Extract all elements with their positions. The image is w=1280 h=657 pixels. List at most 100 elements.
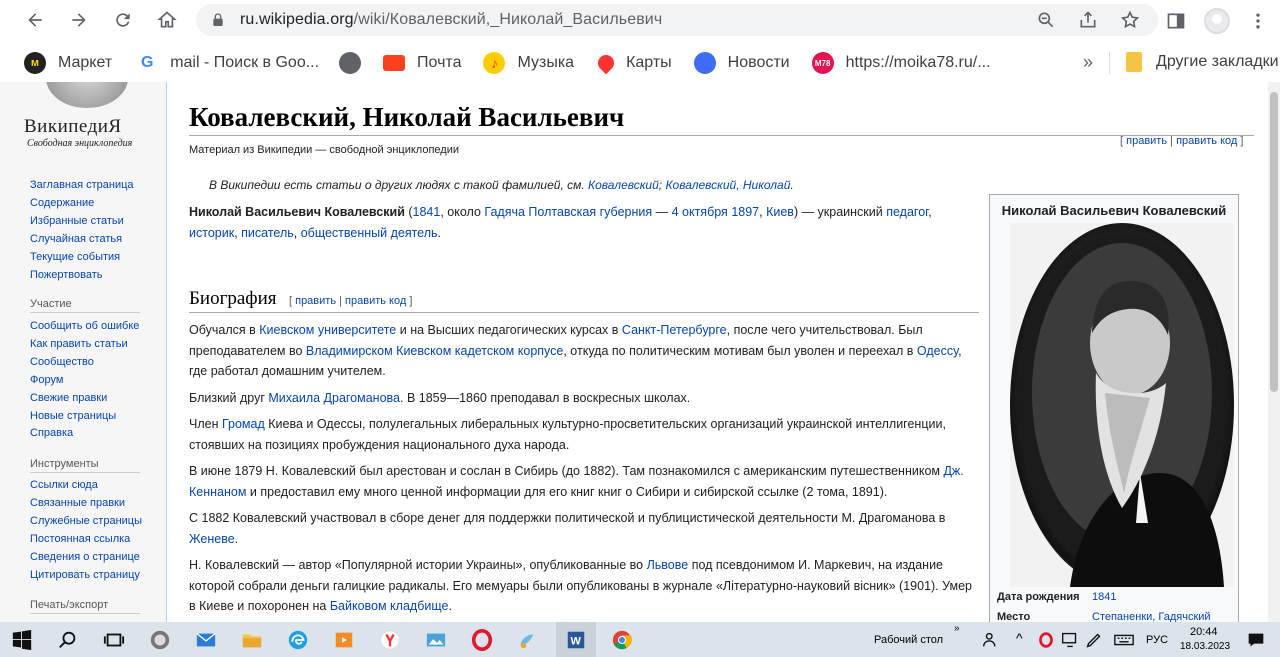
article-link[interactable]: Киевском университете — [259, 323, 396, 337]
nav-link[interactable]: Постоянная ссылка — [30, 531, 142, 549]
article-link[interactable]: Байковом кладбище — [330, 599, 449, 613]
article-link[interactable]: общественный деятель — [301, 226, 438, 240]
article-link[interactable]: Киев — [766, 205, 794, 219]
article-link[interactable]: историк — [189, 226, 234, 240]
article-link[interactable]: 1841 — [413, 205, 441, 219]
back-button[interactable] — [24, 9, 46, 31]
nav-link[interactable]: Ссылки сюда — [30, 477, 142, 495]
other-bookmarks[interactable]: Другие закладки — [1126, 52, 1279, 72]
share-icon[interactable] — [1078, 10, 1098, 30]
file-explorer-icon[interactable] — [240, 628, 264, 652]
paint-app-icon[interactable] — [516, 628, 540, 652]
wikipedia-wordmark[interactable]: ВикипедиЯ — [24, 116, 122, 138]
home-button[interactable] — [156, 9, 178, 31]
clock-time[interactable]: 20:44 — [1190, 626, 1218, 638]
bookmark-music[interactable]: ♪ Музыка — [483, 52, 574, 74]
wikipedia-globe-logo[interactable] — [46, 82, 128, 108]
photos-app-icon[interactable] — [424, 628, 448, 652]
nav-link[interactable]: Сведения о странице — [30, 549, 142, 567]
profile-avatar[interactable] — [1204, 8, 1230, 34]
nav-link[interactable]: Свежие правки — [30, 390, 139, 408]
menu-dots-icon[interactable] — [1248, 11, 1268, 31]
yandex-browser-icon[interactable] — [378, 628, 402, 652]
word-icon[interactable]: W — [564, 628, 588, 652]
site-info-icon[interactable] — [210, 12, 226, 28]
hatnote-link[interactable]: Ковалевский — [588, 178, 659, 192]
notifications-icon[interactable] — [1244, 628, 1268, 652]
nav-link[interactable]: Сообщество — [30, 354, 139, 372]
article-link[interactable]: Одессу — [917, 344, 958, 358]
nav-link[interactable]: Цитировать страницу — [30, 567, 142, 585]
bookmark-market[interactable]: м Маркет — [24, 52, 112, 74]
nav-link[interactable]: Заглавная страница — [30, 177, 134, 195]
article-link[interactable]: Гадяча — [484, 205, 525, 219]
app-icon[interactable] — [148, 628, 172, 652]
side-panel-icon[interactable] — [1166, 11, 1186, 31]
article-link[interactable]: Владимирском Киевском кадетском корпусе — [306, 344, 563, 358]
edit-code-link[interactable]: править код — [1176, 135, 1237, 147]
people-icon[interactable] — [980, 628, 1004, 652]
bookmarks-overflow-button[interactable]: » — [1083, 52, 1093, 73]
nav-link[interactable]: Форум — [30, 372, 139, 390]
nav-link[interactable]: Справка — [30, 425, 139, 443]
nav-link[interactable]: Сообщить об ошибке — [30, 318, 139, 336]
nav-link[interactable]: Избранные статьи — [30, 213, 134, 231]
address-bar[interactable]: ru.wikipedia.org/wiki/Ковалевский,_Никол… — [196, 4, 1158, 36]
article-link[interactable]: Михаила Драгоманова — [268, 391, 400, 405]
nav-link[interactable]: Как править статьи — [30, 336, 139, 354]
bookmark-globe[interactable] — [339, 52, 373, 74]
chevron-up-icon[interactable]: ^ — [1016, 630, 1023, 646]
page-scrollbar[interactable] — [1268, 82, 1280, 622]
forward-button[interactable] — [68, 9, 90, 31]
chrome-icon[interactable] — [610, 628, 634, 652]
nav-link[interactable]: Служебные страницы — [30, 513, 142, 531]
bookmark-maps[interactable]: Карты — [594, 51, 672, 75]
article-link[interactable]: педагог — [886, 205, 928, 219]
network-icon[interactable] — [1058, 628, 1082, 652]
edit-link[interactable]: править — [1126, 135, 1167, 147]
scrollbar-thumb[interactable] — [1270, 92, 1278, 392]
mail-app-icon[interactable] — [194, 628, 218, 652]
windows-start-icon[interactable] — [10, 628, 34, 652]
nav-link[interactable]: Связанные правки — [30, 495, 142, 513]
article-link[interactable]: Дж. Кеннаном — [189, 464, 964, 499]
edit-code-link[interactable]: править код — [345, 295, 406, 307]
birth-place-link[interactable]: Степаненки, Гадячский — [1092, 611, 1211, 622]
clock-date[interactable]: 18.03.2023 — [1180, 641, 1230, 652]
portrait-image[interactable] — [1010, 223, 1234, 587]
edge-icon[interactable] — [286, 628, 310, 652]
pen-icon[interactable] — [1082, 628, 1106, 652]
article-link[interactable]: Львове — [647, 558, 689, 572]
birth-date-link[interactable]: 1841 — [1092, 591, 1116, 603]
opera-icon[interactable] — [470, 628, 494, 652]
video-app-icon[interactable] — [332, 628, 356, 652]
article-link[interactable]: писатель — [241, 226, 294, 240]
search-icon[interactable] — [56, 628, 80, 652]
bookmark-moika78[interactable]: M78 https://moika78.ru/... — [811, 52, 991, 74]
edit-link[interactable]: править — [295, 295, 336, 307]
article-link[interactable]: Женеве — [189, 532, 235, 546]
bookmark-mail[interactable]: Почта — [383, 54, 461, 72]
article-link[interactable]: 4 октября — [672, 205, 728, 219]
article-link[interactable]: Санкт-Петербурге — [622, 323, 727, 337]
article-link[interactable]: Громад — [222, 417, 265, 431]
desktop-toolbar-label[interactable]: Рабочий стол — [874, 634, 943, 646]
nav-link[interactable]: Текущие события — [30, 249, 134, 267]
reload-button[interactable] — [112, 9, 134, 31]
keyboard-icon[interactable] — [1112, 628, 1136, 652]
hatnote-link[interactable]: Ковалевский, Николай — [665, 178, 790, 192]
nav-link[interactable]: Пожертвовать — [30, 267, 134, 285]
article-link[interactable]: Полтавская губерния — [528, 205, 652, 219]
zoom-icon[interactable] — [1036, 10, 1056, 30]
task-view-icon[interactable] — [102, 628, 126, 652]
nav-link[interactable]: Новые страницы — [30, 408, 139, 426]
nav-link[interactable]: Случайная статья — [30, 231, 134, 249]
nav-link[interactable]: Содержание — [30, 195, 134, 213]
bookmark-google-mail[interactable]: G mail - Поиск в Goo... — [136, 52, 319, 74]
toolbar-expand-icon[interactable]: » — [954, 623, 960, 634]
input-language[interactable]: РУС — [1146, 634, 1168, 646]
article-link[interactable]: 1897 — [731, 205, 759, 219]
opera-tray-icon[interactable] — [1034, 628, 1058, 652]
bookmark-star-icon[interactable] — [1120, 10, 1140, 30]
bookmark-news[interactable]: Новости — [693, 52, 790, 74]
